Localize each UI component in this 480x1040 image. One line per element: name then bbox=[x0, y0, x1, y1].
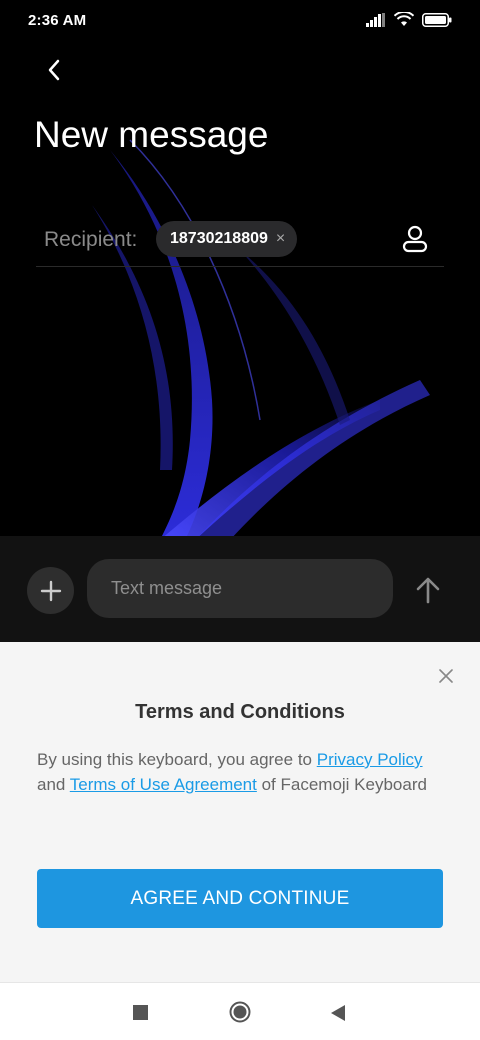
chevron-left-icon bbox=[48, 59, 60, 81]
add-contact-button[interactable] bbox=[400, 222, 430, 256]
back-button[interactable] bbox=[34, 50, 74, 90]
recipient-row: Recipient: 18730218809 × bbox=[36, 216, 444, 267]
circle-icon[interactable] bbox=[229, 1001, 251, 1023]
terms-body-prefix: By using this keyboard, you agree to bbox=[37, 750, 317, 769]
square-icon[interactable] bbox=[133, 1005, 148, 1020]
chip-remove-icon[interactable]: × bbox=[276, 231, 285, 247]
attach-button[interactable] bbox=[27, 567, 74, 614]
battery-icon bbox=[422, 12, 452, 27]
send-button[interactable] bbox=[410, 572, 446, 608]
terms-title: Terms and Conditions bbox=[135, 701, 345, 723]
navigation-bar bbox=[0, 982, 480, 1040]
recipient-chip-number: 18730218809 bbox=[170, 230, 268, 247]
signal-icon bbox=[366, 12, 385, 27]
compose-bar bbox=[0, 536, 480, 642]
terms-close-button[interactable] bbox=[436, 666, 456, 686]
person-icon bbox=[402, 225, 428, 253]
terms-body-and: and bbox=[37, 774, 70, 794]
arrow-up-icon bbox=[416, 577, 440, 604]
status-bar: 2:36 AM bbox=[0, 0, 480, 44]
close-icon bbox=[439, 669, 453, 683]
privacy-policy-link[interactable]: Privacy Policy bbox=[317, 750, 423, 769]
triangle-back-icon[interactable] bbox=[330, 1004, 346, 1022]
terms-sheet: Terms and Conditions By using this keybo… bbox=[0, 642, 480, 982]
terms-body: By using this keyboard, you agree to Pri… bbox=[37, 748, 437, 797]
agree-and-continue-button[interactable]: AGREE AND CONTINUE bbox=[37, 869, 443, 928]
wifi-icon bbox=[394, 12, 414, 26]
message-input[interactable] bbox=[87, 559, 393, 618]
page-title: New message bbox=[34, 114, 269, 155]
screen: 2:36 AM New message Recipient: 187302188… bbox=[0, 0, 480, 1040]
terms-of-use-link[interactable]: Terms of Use Agreement bbox=[70, 775, 257, 794]
plus-icon bbox=[40, 580, 61, 601]
recipient-label: Recipient: bbox=[44, 228, 138, 251]
recipient-chip[interactable]: 18730218809 × bbox=[156, 221, 298, 257]
terms-body-suffix: of Facemoji Keyboard bbox=[256, 774, 427, 794]
status-time: 2:36 AM bbox=[28, 12, 87, 29]
status-icons bbox=[366, 12, 452, 27]
